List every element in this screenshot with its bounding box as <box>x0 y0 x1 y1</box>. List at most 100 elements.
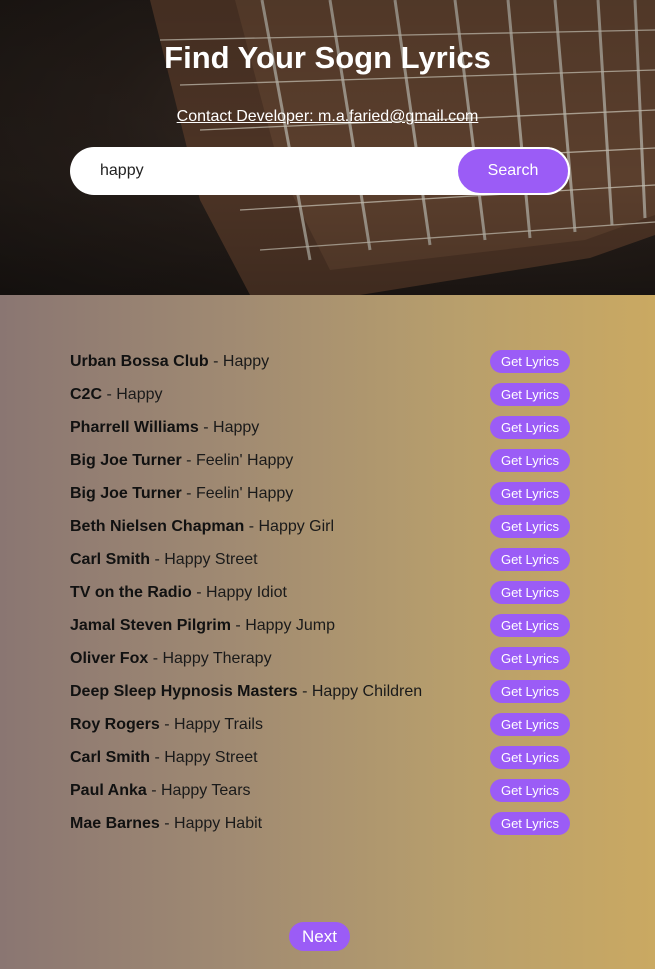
artist-name: Roy Rogers <box>70 715 160 733</box>
song-text: Jamal Steven Pilgrim - Happy Jump <box>70 617 335 635</box>
search-button[interactable]: Search <box>456 147 570 195</box>
list-item: Jamal Steven Pilgrim - Happy Jump Get Lyr… <box>70 609 570 642</box>
list-item: Carl Smith - Happy Street Get Lyrics <box>70 741 570 774</box>
artist-name: Carl Smith <box>70 550 151 568</box>
list-item: Big Joe Turner - Feelin' Happy Get Lyrics <box>70 444 570 477</box>
separator: - <box>181 451 196 469</box>
list-item: Pharrell Williams - Happy Get Lyrics <box>70 411 570 444</box>
song-text: Urban Bossa Club - Happy <box>70 353 269 371</box>
get-lyrics-button[interactable]: Get Lyrics <box>489 680 570 703</box>
song-text: Roy Rogers - Happy Trails <box>70 716 263 734</box>
song-title: Happy Tears <box>160 781 251 799</box>
artist-name: Urban Bossa Club <box>70 352 209 370</box>
hero-header: Find Your Sogn Lyrics Contact Developer:… <box>0 0 655 295</box>
song-text: Big Joe Turner - Feelin' Happy <box>70 452 293 470</box>
separator: - <box>297 682 312 700</box>
list-item: Roy Rogers - Happy Trails Get Lyrics <box>70 708 570 741</box>
list-item: TV on the Radio - Happy Idiot Get Lyrics <box>70 576 570 609</box>
song-text: Carl Smith - Happy Street <box>70 749 258 767</box>
list-item: Oliver Fox - Happy Therapy Get Lyrics <box>70 642 570 675</box>
artist-name: Pharrell Williams <box>70 418 199 436</box>
get-lyrics-button[interactable]: Get Lyrics <box>489 350 570 373</box>
get-lyrics-button[interactable]: Get Lyrics <box>489 812 570 835</box>
song-text: Pharrell Williams - Happy <box>70 419 259 437</box>
separator: - <box>181 484 196 502</box>
separator: - <box>230 616 246 634</box>
song-text: Carl Smith - Happy Street <box>70 551 258 569</box>
artist-name: C2C <box>70 385 103 403</box>
song-title: Happy Idiot <box>206 583 287 601</box>
song-text: Oliver Fox - Happy Therapy <box>70 650 272 668</box>
song-title: Happy Therapy <box>162 649 272 667</box>
separator: - <box>150 550 165 568</box>
get-lyrics-button[interactable]: Get Lyrics <box>489 449 570 472</box>
contact-developer: Contact Developer: m.a.faried@gmail.com <box>0 108 655 126</box>
song-text: TV on the Radio - Happy Idiot <box>70 584 287 602</box>
separator: - <box>150 748 165 766</box>
song-title: Happy Habit <box>174 814 263 832</box>
list-item: Deep Sleep Hypnosis Masters - Happy Chil… <box>70 675 570 708</box>
get-lyrics-button[interactable]: Get Lyrics <box>489 713 570 736</box>
get-lyrics-button[interactable]: Get Lyrics <box>489 581 570 604</box>
song-title: Happy <box>213 418 260 436</box>
page-title: Find Your Sogn Lyrics <box>164 40 491 75</box>
get-lyrics-button[interactable]: Get Lyrics <box>489 647 570 670</box>
separator: - <box>244 517 259 535</box>
song-title: Happy <box>116 385 163 403</box>
song-text: Paul Anka - Happy Tears <box>70 782 251 800</box>
artist-name: TV on the Radio <box>70 583 192 601</box>
separator: - <box>159 814 175 832</box>
list-item: Big Joe Turner - Feelin' Happy Get Lyrics <box>70 477 570 510</box>
song-title: Happy Girl <box>258 517 335 535</box>
song-list: Urban Bossa Club - Happy Get Lyrics C2C - … <box>70 345 570 840</box>
artist-name: Paul Anka <box>70 781 147 799</box>
song-text: Beth Nielsen Chapman - Happy Girl <box>70 518 334 536</box>
get-lyrics-button[interactable]: Get Lyrics <box>489 416 570 439</box>
song-text: Big Joe Turner - Feelin' Happy <box>70 485 293 503</box>
artist-name: Carl Smith <box>70 748 151 766</box>
get-lyrics-button[interactable]: Get Lyrics <box>489 548 570 571</box>
next-button[interactable]: Next <box>289 922 350 951</box>
get-lyrics-button[interactable]: Get Lyrics <box>489 383 570 406</box>
get-lyrics-button[interactable]: Get Lyrics <box>489 614 570 637</box>
song-title: Happy <box>222 352 270 370</box>
separator: - <box>191 583 206 601</box>
list-item: Mae Barnes - Happy Habit Get Lyrics <box>70 807 570 840</box>
list-item: Beth Nielsen Chapman - Happy Girl Get Lyr… <box>70 510 570 543</box>
song-text: Mae Barnes - Happy Habit <box>70 815 262 833</box>
list-item: Carl Smith - Happy Street Get Lyrics <box>70 543 570 576</box>
song-title: Feelin' Happy <box>195 484 294 502</box>
artist-name: Big Joe Turner <box>70 484 182 502</box>
list-item: Paul Anka - Happy Tears Get Lyrics <box>70 774 570 807</box>
song-title: Feelin' Happy <box>195 451 294 469</box>
list-item: C2C - Happy Get Lyrics <box>70 378 570 411</box>
get-lyrics-button[interactable]: Get Lyrics <box>489 779 570 802</box>
song-text: C2C - Happy <box>70 386 162 404</box>
get-lyrics-button[interactable]: Get Lyrics <box>489 482 570 505</box>
song-title: Happy Street <box>164 550 258 568</box>
list-item: Urban Bossa Club - Happy Get Lyrics <box>70 345 570 378</box>
song-title: Happy Children <box>311 682 423 700</box>
results-panel: Urban Bossa Club - Happy Get Lyrics C2C - … <box>0 295 655 969</box>
separator: - <box>198 418 214 436</box>
artist-name: Jamal Steven Pilgrim <box>70 616 231 634</box>
separator: - <box>159 715 175 733</box>
song-title: Happy Jump <box>245 616 336 634</box>
song-title: Happy Trails <box>174 715 263 733</box>
song-title: Happy Street <box>164 748 258 766</box>
separator: - <box>208 352 223 370</box>
artist-name: Deep Sleep Hypnosis Masters <box>70 682 298 700</box>
get-lyrics-button[interactable]: Get Lyrics <box>489 515 570 538</box>
separator: - <box>148 649 163 667</box>
separator: - <box>102 385 117 403</box>
song-text: Deep Sleep Hypnosis Masters - Happy Chil… <box>70 683 422 701</box>
search-input[interactable] <box>100 159 450 183</box>
contact-developer-link[interactable]: Contact Developer: m.a.faried@gmail.com <box>177 108 479 125</box>
artist-name: Oliver Fox <box>70 649 149 667</box>
artist-name: Beth Nielsen Chapman <box>70 517 245 535</box>
search-bar: Search <box>70 147 570 195</box>
get-lyrics-button[interactable]: Get Lyrics <box>489 746 570 769</box>
separator: - <box>146 781 161 799</box>
artist-name: Big Joe Turner <box>70 451 182 469</box>
artist-name: Mae Barnes <box>70 814 160 832</box>
